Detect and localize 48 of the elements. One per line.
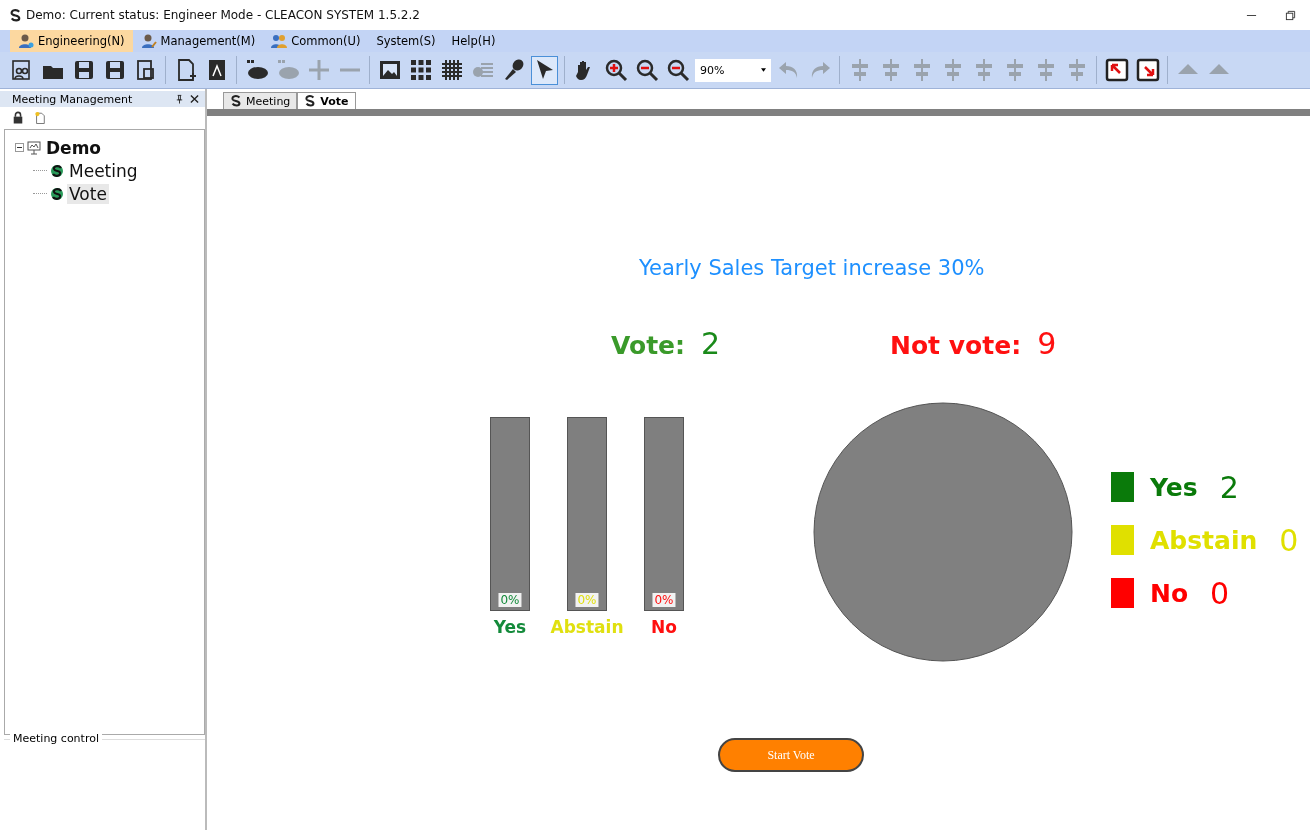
tree-item[interactable]: Demo: [44, 137, 104, 158]
legend-label: No: [1150, 578, 1189, 608]
logo-icon: [9, 8, 22, 22]
user-icon: [140, 33, 157, 49]
bar-label: Abstain: [550, 617, 624, 637]
presentation-icon: [27, 140, 41, 155]
user-icon: [18, 33, 34, 49]
legend-count: 2: [1219, 469, 1239, 505]
bar-percent: 0%: [498, 593, 522, 607]
caret-icon: [761, 68, 766, 72]
collapse-toggle[interactable]: [15, 143, 24, 152]
tree-item[interactable]: Vote: [67, 183, 109, 204]
window-title: Demo: Current status: Engineer Mode - CLEACON SYSTEM 1.5.2.2: [26, 8, 420, 22]
vote-count: 2: [701, 326, 721, 361]
vote-title: Yearly Sales Target increase 30%: [639, 256, 985, 280]
panel-title: Meeting control: [10, 732, 102, 745]
panel-title: Meeting Management: [12, 92, 133, 106]
legend-label: Abstain: [1150, 525, 1258, 555]
not-vote-count: 9: [1037, 326, 1057, 361]
menu-item[interactable]: Engineering(N): [10, 30, 133, 52]
pointer-icon[interactable]: [531, 55, 558, 85]
bar-label: No: [651, 617, 677, 637]
tree-item[interactable]: Meeting: [67, 160, 140, 181]
close-icon[interactable]: [190, 94, 199, 104]
menu-item[interactable]: Common(U): [263, 30, 369, 52]
logo-icon: [50, 163, 64, 178]
legend-count: 0: [1210, 575, 1230, 611]
menu-item[interactable]: System(S): [368, 30, 444, 52]
logo-icon: [230, 95, 242, 107]
lock-icon[interactable]: [12, 110, 24, 124]
menu-item[interactable]: Help(H): [443, 30, 504, 52]
menu-item[interactable]: Management(M): [132, 30, 264, 52]
not-vote-label: Not vote:: [890, 331, 1022, 360]
restore-icon[interactable]: [1285, 9, 1296, 21]
bar-percent: 0%: [575, 593, 599, 607]
legend-label: Yes: [1150, 472, 1198, 502]
vote-label: Vote:: [611, 331, 686, 360]
legend-count: 0: [1279, 522, 1299, 558]
bar-percent: 0%: [652, 593, 676, 607]
pin-icon[interactable]: [175, 94, 184, 104]
logo-icon: [50, 186, 64, 201]
zoom-dropdown[interactable]: 90%: [695, 58, 771, 82]
new-item-icon[interactable]: [34, 110, 46, 124]
tab[interactable]: Meeting: [223, 92, 298, 109]
logo-icon: [304, 95, 317, 107]
bar-label: Yes: [493, 617, 527, 637]
users-icon: [271, 33, 288, 49]
tab[interactable]: Vote: [297, 92, 356, 109]
